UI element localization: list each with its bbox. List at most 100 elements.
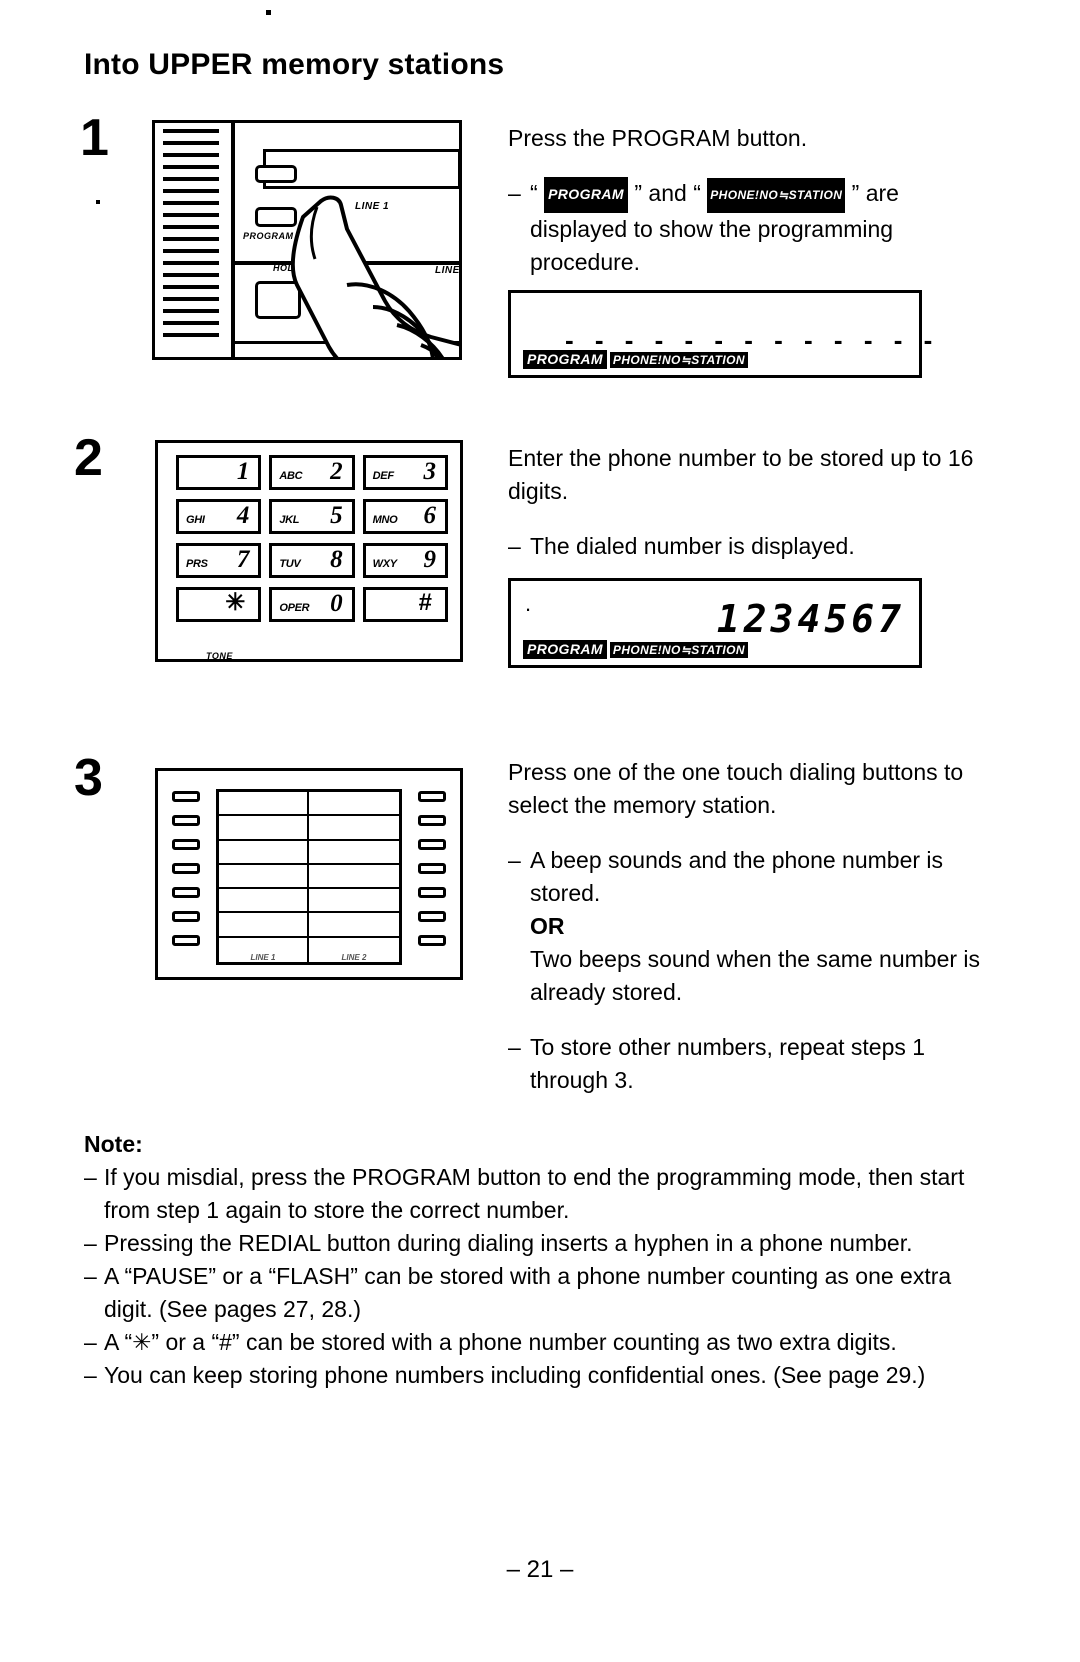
step-2-bullet: The dialed number is displayed. [508, 530, 978, 563]
one-touch-button[interactable] [418, 815, 446, 826]
dial-keypad: 1 ABC 2 DEF 3 GHI 4 JKL 5 MNO 6 PRS 7 TUV 8 WXY… [176, 455, 448, 622]
one-touch-button[interactable] [172, 887, 200, 898]
note-item: A “✳” or a “#” can be stored with a phon… [84, 1326, 984, 1359]
note-item: A “PAUSE” or a “FLASH” can be stored wit… [84, 1260, 984, 1326]
one-touch-button[interactable] [172, 935, 200, 946]
directory-cell [219, 889, 309, 912]
key-3-alpha: DEF [372, 470, 394, 482]
directory-row [219, 913, 399, 938]
note-section: Note: If you misdial, press the PROGRAM … [84, 1128, 984, 1392]
note-item: You can keep storing phone numbers inclu… [84, 1359, 984, 1392]
key-1-digit: 1 [236, 458, 250, 485]
note-list: If you misdial, press the PROGRAM button… [84, 1161, 984, 1392]
step-3-bullet-1: A beep sounds and the phone number is st… [508, 844, 988, 1009]
directory-cell [219, 816, 309, 839]
step-1-illustration: PROGRAM LINE 1 HOLD LINE 2 [152, 120, 462, 360]
one-touch-button[interactable] [418, 935, 446, 946]
directory-cell: LINE 2 [309, 938, 399, 962]
pound-icon: # [418, 589, 432, 616]
key-1[interactable]: 1 [176, 455, 262, 490]
lcd-tag-phoneno-station: PHONE!NO≒STATION [707, 178, 846, 213]
directory-cell [309, 841, 399, 863]
one-touch-button[interactable] [418, 887, 446, 898]
asterisk-icon: ✳ [225, 589, 246, 616]
directory-row [219, 840, 399, 865]
directory-row-labels: LINE 1 LINE 2 [219, 937, 399, 962]
step-3-text: Press one of the one touch dialing butto… [508, 756, 988, 1097]
key-6-alpha: MNO [372, 514, 398, 526]
one-touch-button[interactable] [418, 911, 446, 922]
key-asterisk[interactable]: ✳ [176, 587, 262, 622]
one-touch-button[interactable] [418, 863, 446, 874]
lcd-dot-icon: . [525, 591, 532, 616]
directory-cell [219, 864, 309, 888]
step-number-3: 3 [74, 749, 103, 807]
key-pound[interactable]: # [362, 587, 448, 622]
pointing-hand-icon [290, 195, 459, 357]
directory-cell [309, 889, 399, 911]
step-2-text: Enter the phone number to be stored up t… [508, 442, 978, 563]
lcd-indicator-row-2: PROGRAM PHONE!NO≒STATION [523, 640, 751, 661]
scan-speck [96, 200, 100, 204]
directory-cell [309, 792, 399, 814]
key-4[interactable]: GHI 4 [176, 499, 262, 534]
directory-row [219, 889, 399, 914]
key-7-digit: 7 [236, 546, 250, 573]
lcd-dialed-number: 1234567 [716, 597, 905, 641]
one-touch-button[interactable] [418, 839, 446, 850]
step-2-heading: Enter the phone number to be stored up t… [508, 445, 974, 504]
phone-function-button[interactable] [255, 165, 297, 183]
key-0-alpha: OPER [279, 602, 310, 614]
step-1-text: Press the PROGRAM button. “ PROGRAM ” an… [508, 122, 978, 279]
one-touch-button[interactable] [172, 791, 200, 802]
directory-line-2-label: LINE 2 [341, 953, 367, 962]
key-9[interactable]: WXY 9 [362, 543, 448, 578]
key-6-digit: 6 [423, 502, 437, 529]
step-number-2: 2 [74, 429, 103, 487]
key-7-alpha: PRS [186, 558, 208, 570]
are-connector: ” are [851, 180, 899, 206]
key-7[interactable]: PRS 7 [176, 543, 262, 578]
directory-row [219, 816, 399, 841]
key-2-alpha: ABC [279, 470, 303, 482]
directory-row [219, 792, 399, 817]
one-touch-button[interactable] [418, 791, 446, 802]
key-2-digit: 2 [330, 458, 343, 485]
note-item: Pressing the REDIAL button during dialin… [84, 1227, 984, 1260]
directory-cell: LINE 1 [219, 937, 309, 962]
lcd-indicator-phoneno-station-2: PHONE!NO≒STATION [609, 642, 748, 658]
one-touch-button[interactable] [172, 815, 200, 826]
page-number: – 21 – [506, 1556, 574, 1583]
key-5[interactable]: JKL 5 [269, 499, 355, 534]
step-2-illustration: 1 ABC 2 DEF 3 GHI 4 JKL 5 MNO 6 PRS 7 TUV 8 WXY… [155, 440, 463, 662]
manual-page: Into UPPER memory stations 1 PROGRAM LIN… [0, 0, 1080, 1662]
key-8[interactable]: TUV 8 [269, 543, 355, 578]
or-label: OR [530, 913, 565, 939]
phone-vent-grille [163, 129, 219, 351]
one-touch-button[interactable] [172, 839, 200, 850]
key-3[interactable]: DEF 3 [362, 455, 448, 490]
or-text: Two beeps sound when the same number is … [530, 946, 981, 1005]
key-9-alpha: WXY [372, 558, 397, 570]
one-touch-button[interactable] [172, 863, 200, 874]
key-0[interactable]: OPER 0 [269, 587, 355, 622]
directory-cell [219, 792, 309, 815]
key-0-digit: 0 [330, 590, 343, 617]
key-6[interactable]: MNO 6 [362, 499, 448, 534]
note-item: If you misdial, press the PROGRAM button… [84, 1161, 984, 1227]
key-3-digit: 3 [423, 458, 437, 485]
step-3-heading: Press one of the one touch dialing butto… [508, 759, 964, 818]
key-5-alpha: JKL [279, 514, 300, 526]
step-number-1: 1 [80, 109, 109, 167]
directory-cell [309, 816, 399, 838]
one-touch-panel: LINE 1 LINE 2 [170, 783, 448, 967]
key-2[interactable]: ABC 2 [269, 455, 355, 490]
one-touch-buttons-right [418, 791, 446, 959]
lcd-indicator-program: PROGRAM [523, 350, 607, 369]
scan-speck [266, 10, 271, 15]
phone-body-divider [231, 123, 235, 357]
one-touch-button[interactable] [172, 911, 200, 922]
lcd-indicator-phoneno-station: PHONE!NO≒STATION [609, 352, 748, 368]
quote-open: “ [530, 180, 538, 206]
step-1-heading: Press the PROGRAM button. [508, 125, 808, 151]
